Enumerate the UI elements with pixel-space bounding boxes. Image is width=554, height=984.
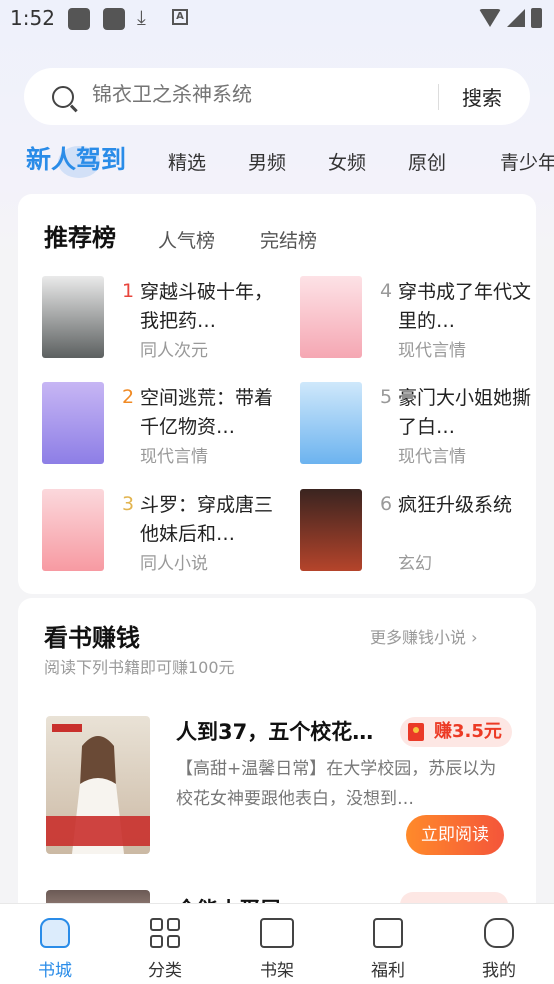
notification-icon [103, 8, 125, 30]
search-input[interactable] [92, 82, 422, 106]
book-cover-art [46, 716, 150, 854]
more-link[interactable]: 更多赚钱小说 › [370, 624, 478, 648]
book-title[interactable]: 穿越斗破十年，我把药… [140, 278, 280, 336]
book-category: 同人小说 [140, 554, 208, 574]
nav-category[interactable]: 分类 [120, 904, 210, 984]
read-now-button[interactable]: 立即阅读 [406, 815, 504, 855]
ranking-book-item[interactable]: 3 斗罗：穿成唐三他妹后和… 同人小说 [42, 489, 282, 579]
book-title[interactable]: 豪门大小姐她撕了白… [398, 384, 538, 442]
ranking-card: 推荐榜 人气榜 完结榜 1 穿越斗破十年，我把药… 同人次元 2 空间逃荒：带着千亿物资… [18, 194, 536, 594]
tab-new-user[interactable]: 新人驾到 [26, 140, 126, 176]
earn-book-item[interactable]: 人到37，五个校花… 赚3.5元 【高甜+温馨日常】在大学校园，苏辰以为校花女神… [46, 716, 516, 856]
book-category: 现代言情 [140, 447, 208, 467]
book-category: 玄幻 [398, 554, 432, 574]
book-title[interactable]: 疯狂升级系统 [398, 491, 538, 520]
nav-welfare[interactable]: 福利 [343, 904, 433, 984]
battery-icon [531, 8, 542, 28]
nav-label: 分类 [148, 961, 182, 981]
book-cover[interactable] [46, 716, 150, 854]
more-link-label: 更多赚钱小说 [370, 628, 467, 647]
book-cover[interactable] [300, 382, 362, 464]
ranking-book-item[interactable]: 4 穿书成了年代文里的… 现代言情 [300, 276, 540, 366]
ranking-book-item[interactable]: 6 疯狂升级系统玄幻 [300, 489, 540, 579]
signal-icon [507, 9, 525, 27]
gift-icon [373, 918, 403, 948]
reward-badge: 赚3.5元 [400, 717, 512, 747]
grid-icon [150, 918, 180, 948]
tab-original[interactable]: 原创 [408, 148, 446, 175]
ranking-book-item[interactable]: 2 空间逃荒：带着千亿物资… 现代言情 [42, 382, 282, 472]
home-icon [40, 918, 70, 948]
section-subtitle: 阅读下列书籍即可赚100元 [44, 658, 235, 677]
section-title: 看书赚钱 [44, 624, 140, 652]
tab-male[interactable]: 男频 [248, 148, 286, 175]
book-cover[interactable] [42, 276, 104, 358]
book-cover[interactable] [300, 276, 362, 358]
search-bar[interactable]: 搜索 [24, 68, 530, 125]
category-tabs: 新人驾到 精选 男频 女频 原创 青少年 [0, 138, 554, 182]
tab-completed[interactable]: 完结榜 [260, 226, 317, 253]
search-button[interactable]: 搜索 [462, 82, 502, 111]
search-icon [52, 86, 74, 108]
book-title[interactable]: 斗罗：穿成唐三他妹后和… [140, 491, 280, 549]
tab-youth[interactable]: 青少年 [500, 148, 554, 175]
rank-number: 2 [122, 386, 135, 408]
rank-number: 1 [122, 280, 135, 302]
nav-label: 书架 [260, 961, 294, 981]
tab-female[interactable]: 女频 [328, 148, 366, 175]
ranking-book-item[interactable]: 1 穿越斗破十年，我把药… 同人次元 [42, 276, 282, 366]
book-icon [260, 918, 294, 948]
nav-label: 福利 [371, 961, 405, 981]
book-description: 【高甜+温馨日常】在大学校园，苏辰以为校花女神要跟他表白，没想到… [176, 759, 497, 809]
wifi-icon [479, 9, 501, 27]
status-bar: 1:52 ⤓ A [0, 0, 554, 38]
red-envelope-icon [408, 723, 424, 741]
notification-icon [68, 8, 90, 30]
chevron-right-icon: › [471, 628, 478, 647]
book-cover[interactable] [42, 489, 104, 571]
nav-profile[interactable]: 我的 [454, 904, 544, 984]
rank-number: 3 [122, 493, 135, 515]
keyboard-a-icon: A [172, 9, 188, 25]
book-cover[interactable] [300, 489, 362, 571]
profile-icon [484, 918, 514, 948]
download-icon: ⤓ [137, 5, 146, 29]
rank-number: 5 [380, 386, 393, 408]
divider [438, 84, 439, 110]
book-cover[interactable] [42, 382, 104, 464]
reward-amount: 赚3.5元 [434, 721, 502, 742]
nav-label: 我的 [482, 961, 516, 981]
book-category: 现代言情 [398, 447, 466, 467]
tab-featured[interactable]: 精选 [168, 148, 206, 175]
nav-bookstore[interactable]: 书城 [10, 904, 100, 984]
nav-label: 书城 [38, 961, 72, 981]
book-title[interactable]: 人到37，五个校花… [176, 716, 373, 746]
nav-bookshelf[interactable]: 书架 [232, 904, 322, 984]
book-title[interactable]: 穿书成了年代文里的… [398, 278, 538, 336]
status-time: 1:52 [10, 6, 55, 30]
bottom-nav: 书城 分类 书架 福利 我的 [0, 903, 554, 984]
tab-popular[interactable]: 人气榜 [158, 226, 215, 253]
book-title[interactable]: 空间逃荒：带着千亿物资… [140, 384, 280, 442]
rank-number: 6 [380, 493, 393, 515]
book-category: 现代言情 [398, 341, 466, 361]
book-category: 同人次元 [140, 341, 208, 361]
ranking-book-item[interactable]: 5 豪门大小姐她撕了白… 现代言情 [300, 382, 540, 472]
rank-number: 4 [380, 280, 393, 302]
tab-recommended[interactable]: 推荐榜 [44, 218, 116, 253]
